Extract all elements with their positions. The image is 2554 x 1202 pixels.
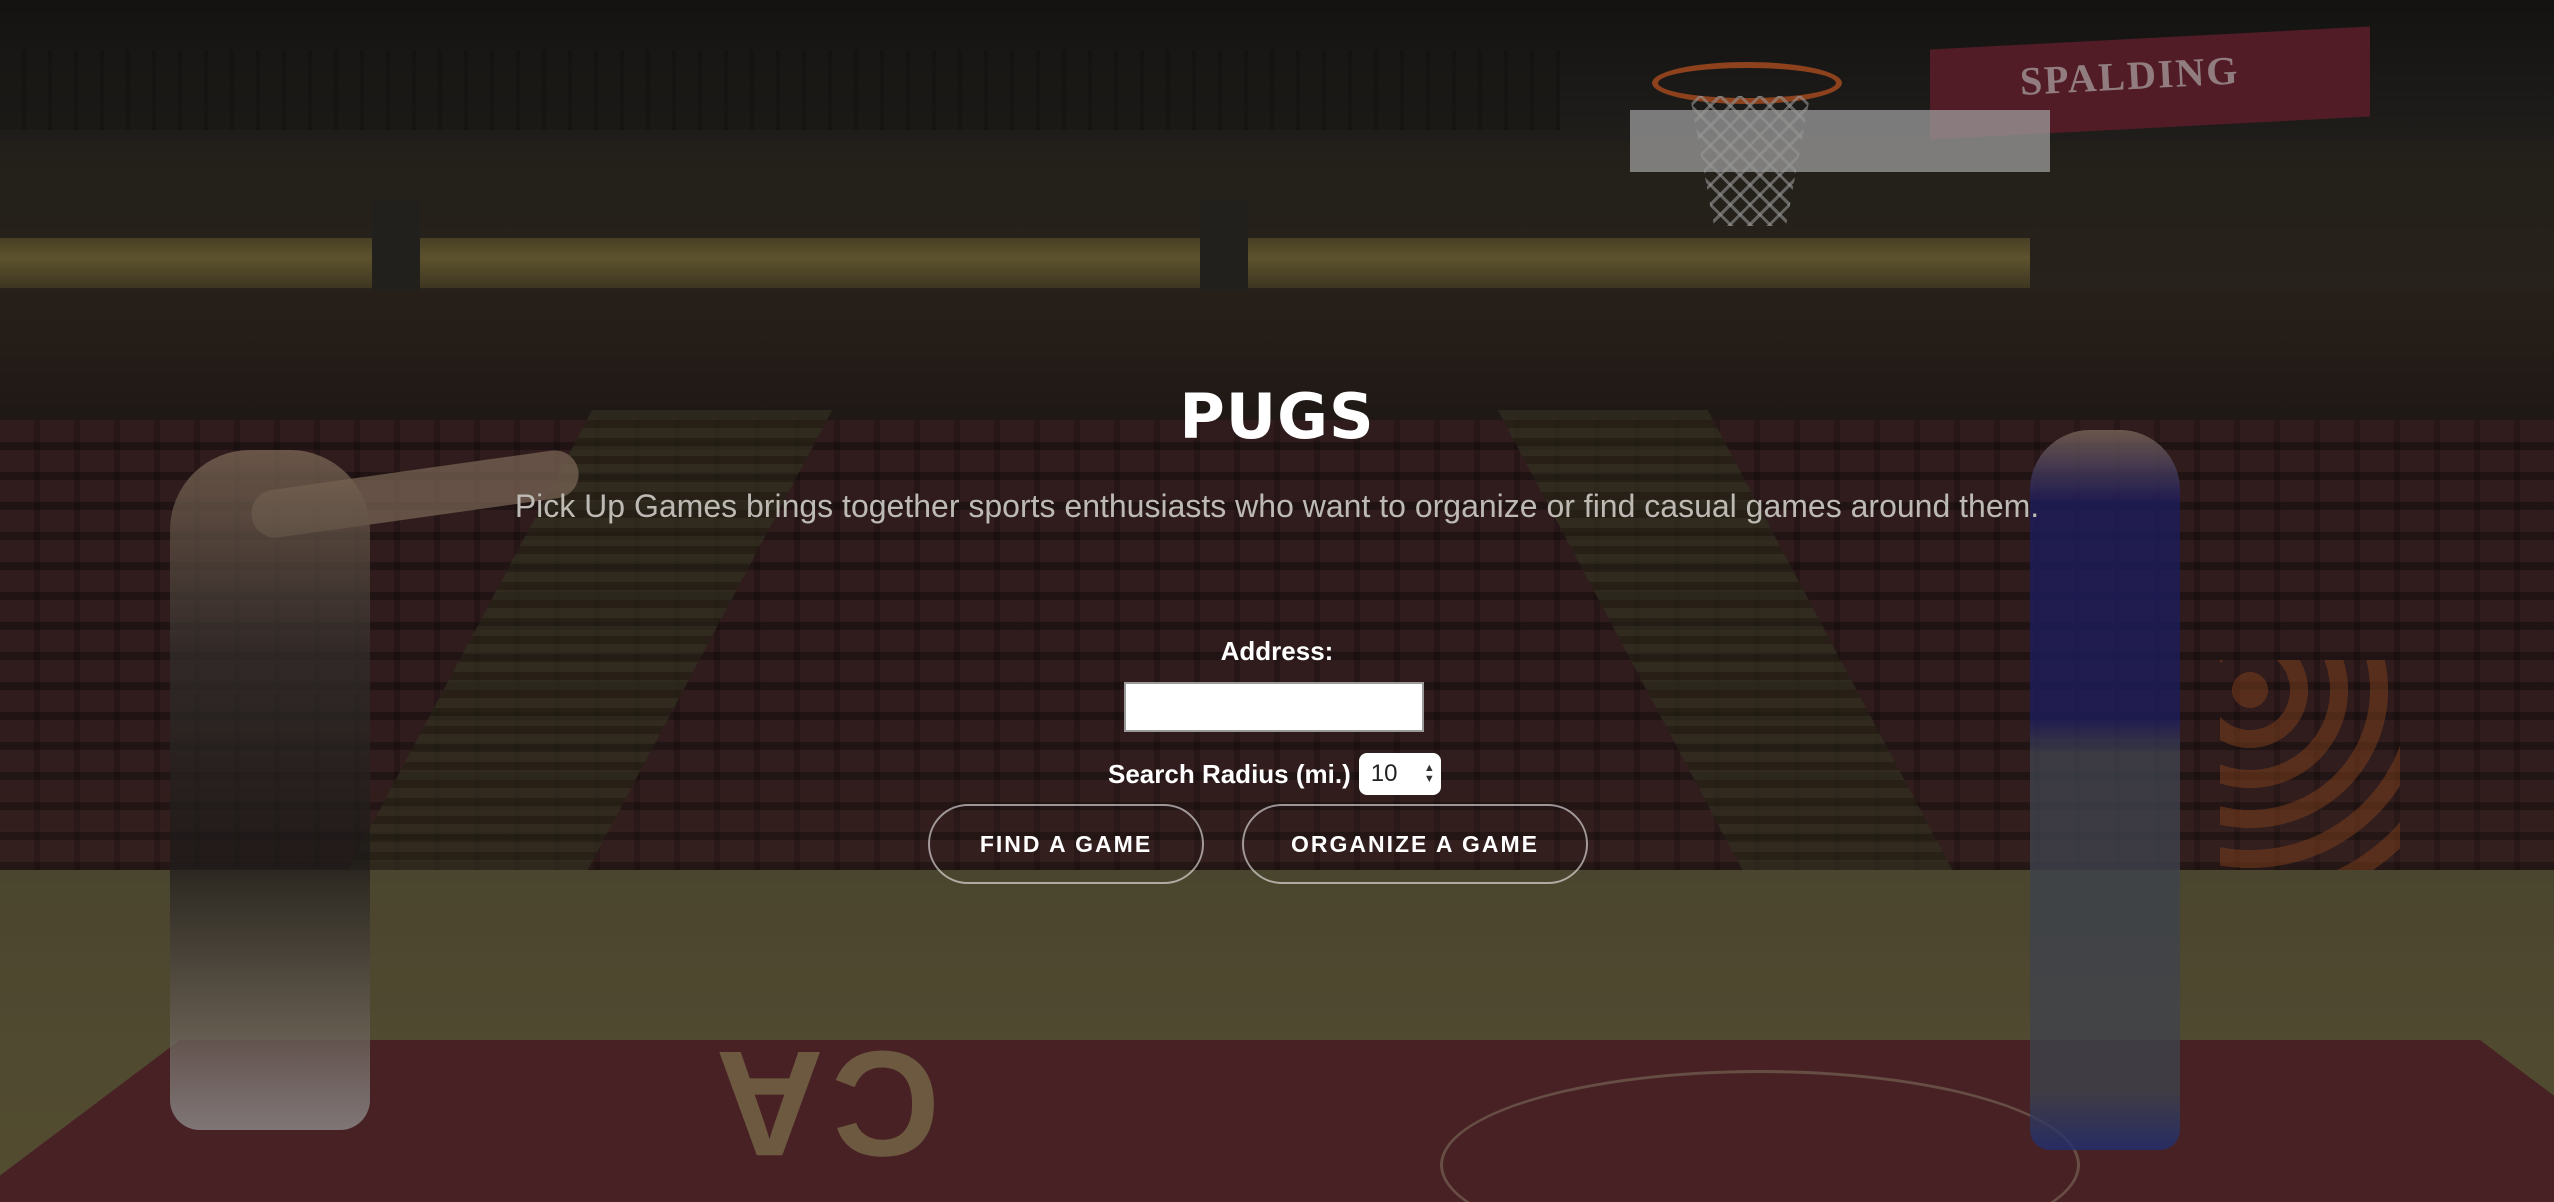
stepper-arrows-icon[interactable]: ▲ ▼ [1424, 763, 1435, 785]
address-label: Address: [1220, 636, 1334, 666]
stepper-down-icon[interactable]: ▼ [1424, 774, 1435, 785]
hero-content: PUGS Pick Up Games brings together sport… [0, 0, 2554, 1202]
search-radius-label: Search Radius (mi.) [1108, 758, 1351, 789]
page-tagline: Pick Up Games brings together sports ent… [514, 488, 2040, 524]
find-game-button[interactable]: FIND A GAME [928, 804, 1204, 884]
organize-game-button[interactable]: ORGANIZE A GAME [1242, 804, 1588, 884]
search-radius-value: 10 [1370, 760, 1398, 787]
hero-section: CA SPALDING PUGS Pick Up Games brings to… [0, 0, 2554, 1202]
address-input[interactable] [1124, 682, 1424, 732]
search-radius-row: Search Radius (mi.) 10 ▲ ▼ [1108, 752, 1441, 796]
search-radius-stepper[interactable]: 10 ▲ ▼ [1358, 753, 1441, 795]
page-title: PUGS [1179, 380, 1375, 453]
